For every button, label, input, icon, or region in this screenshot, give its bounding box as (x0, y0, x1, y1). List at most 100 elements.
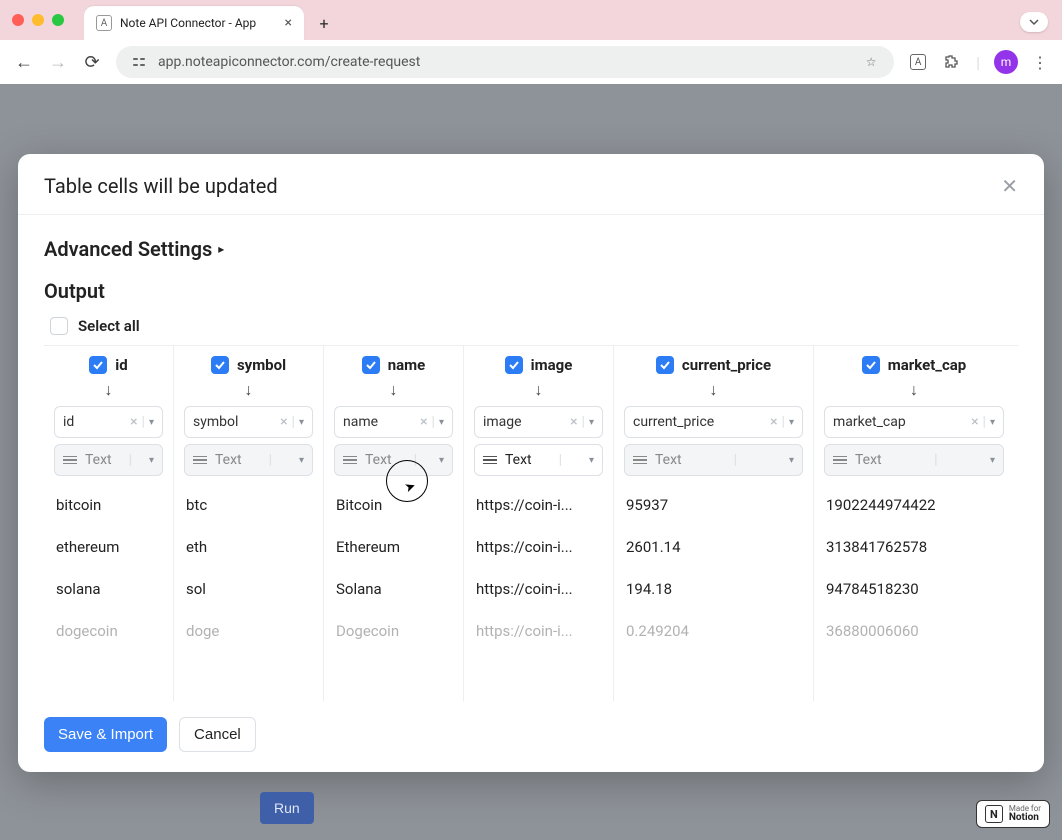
extension-icon[interactable]: A (908, 52, 928, 72)
forward-button[interactable]: → (48, 52, 68, 73)
run-button-wrap: Run (260, 792, 314, 824)
columns-table: id ↓ id ×|▾ Text |▾ bitcoin ethereum so (44, 345, 1018, 701)
column-checkbox[interactable] (362, 356, 380, 374)
text-type-icon (63, 454, 77, 467)
extensions-menu-icon[interactable] (942, 52, 962, 72)
field-mapping-value: symbol (193, 414, 238, 430)
run-button[interactable]: Run (260, 792, 314, 824)
caret-right-icon: ▸ (218, 242, 224, 256)
column-key-label: current_price (682, 356, 771, 374)
field-mapping-select[interactable]: market_cap ×|▾ (824, 406, 1004, 438)
bookmark-icon[interactable]: ☆ (862, 53, 880, 71)
clear-icon[interactable]: × (280, 414, 287, 430)
table-cell: doge (174, 610, 323, 652)
table-cell: https://coin-i... (464, 484, 613, 526)
field-mapping-select[interactable]: symbol ×|▾ (184, 406, 313, 438)
text-type-icon (633, 454, 647, 467)
type-select[interactable]: Text |▾ (54, 444, 163, 476)
chevron-down-icon[interactable]: ▾ (589, 455, 594, 466)
table-cell: https://coin-i... (464, 610, 613, 652)
clear-icon[interactable]: × (570, 414, 577, 430)
table-cell: solana (44, 568, 173, 610)
table-cell: Ethereum (324, 526, 463, 568)
column-header[interactable]: current_price (656, 356, 771, 374)
type-select[interactable]: Text |▾ (334, 444, 453, 476)
table-cell: Bitcoin (324, 484, 463, 526)
table-cell: 94784518230 (814, 568, 1014, 610)
field-mapping-value: id (63, 414, 74, 430)
url-text: app.noteapiconnector.com/create-request (158, 54, 420, 70)
close-icon[interactable]: ✕ (1001, 174, 1018, 198)
field-mapping-select[interactable]: current_price ×|▾ (624, 406, 803, 438)
column-symbol: symbol ↓ symbol ×|▾ Text |▾ btc eth sol (174, 346, 324, 701)
chevron-down-icon[interactable]: ▾ (439, 455, 444, 466)
chevron-down-icon[interactable]: ▾ (299, 455, 304, 466)
chevron-down-icon[interactable]: ▾ (149, 417, 154, 428)
table-cell: https://coin-i... (464, 568, 613, 610)
table-cell: ethereum (44, 526, 173, 568)
chevron-down-icon[interactable]: ▾ (589, 417, 594, 428)
window-minimize[interactable] (32, 14, 44, 26)
browser-menu-icon[interactable]: ⋮ (1032, 53, 1048, 72)
column-checkbox[interactable] (89, 356, 107, 374)
clear-icon[interactable]: × (420, 414, 427, 430)
window-close[interactable] (12, 14, 24, 26)
field-mapping-value: market_cap (833, 414, 906, 430)
tab-overflow-button[interactable] (1020, 12, 1048, 32)
column-checkbox[interactable] (656, 356, 674, 374)
column-header[interactable]: image (505, 356, 573, 374)
reload-button[interactable]: ⟳ (82, 52, 102, 73)
type-select[interactable]: Text |▾ (624, 444, 803, 476)
column-name: name ↓ name ×|▾ Text |▾ Bitcoin Ethereum (324, 346, 464, 701)
browser-tab-strip: A Note API Connector - App × + (0, 0, 1062, 40)
type-select[interactable]: Text |▾ (474, 444, 603, 476)
clear-icon[interactable]: × (971, 414, 978, 430)
type-select[interactable]: Text |▾ (824, 444, 1004, 476)
table-cell: sol (174, 568, 323, 610)
chevron-down-icon[interactable]: ▾ (990, 417, 995, 428)
column-market-cap: market_cap ↓ market_cap ×|▾ Text |▾ 1902… (814, 346, 1014, 701)
table-cell: 0.249204 (614, 610, 813, 652)
select-all-checkbox[interactable] (50, 317, 68, 335)
chevron-down-icon[interactable]: ▾ (299, 417, 304, 428)
type-select[interactable]: Text |▾ (184, 444, 313, 476)
column-checkbox[interactable] (862, 356, 880, 374)
field-mapping-select[interactable]: id ×|▾ (54, 406, 163, 438)
arrow-down-icon: ↓ (535, 380, 543, 400)
browser-tab[interactable]: A Note API Connector - App × (84, 6, 304, 40)
advanced-settings-label: Advanced Settings (44, 237, 212, 261)
new-tab-button[interactable]: + (310, 14, 338, 33)
back-button[interactable]: ← (14, 52, 34, 73)
cancel-button[interactable]: Cancel (179, 717, 256, 752)
profile-avatar[interactable]: m (994, 50, 1018, 74)
column-checkbox[interactable] (211, 356, 229, 374)
field-mapping-select[interactable]: name ×|▾ (334, 406, 453, 438)
advanced-settings-toggle[interactable]: Advanced Settings ▸ (44, 237, 1018, 261)
address-bar[interactable]: app.noteapiconnector.com/create-request … (116, 46, 894, 78)
clear-icon[interactable]: × (130, 414, 137, 430)
tab-title: Note API Connector - App (120, 16, 277, 30)
site-settings-icon[interactable] (130, 53, 148, 71)
table-cell: 2601.14 (614, 526, 813, 568)
tab-close-icon[interactable]: × (285, 15, 292, 31)
column-header[interactable]: market_cap (862, 356, 967, 374)
column-header[interactable]: id (89, 356, 127, 374)
column-checkbox[interactable] (505, 356, 523, 374)
column-header[interactable]: symbol (211, 356, 286, 374)
column-key-label: id (115, 356, 127, 374)
field-mapping-select[interactable]: image ×|▾ (474, 406, 603, 438)
window-maximize[interactable] (52, 14, 64, 26)
chevron-down-icon[interactable]: ▾ (789, 455, 794, 466)
column-header[interactable]: name (362, 356, 426, 374)
field-mapping-value: current_price (633, 414, 714, 430)
select-all-row[interactable]: Select all (50, 317, 1018, 335)
save-import-button[interactable]: Save & Import (44, 717, 167, 752)
chevron-down-icon[interactable]: ▾ (149, 455, 154, 466)
chevron-down-icon[interactable]: ▾ (439, 417, 444, 428)
text-type-icon (483, 454, 497, 467)
notion-badge[interactable]: N Made for Notion (976, 800, 1050, 828)
chevron-down-icon[interactable]: ▾ (789, 417, 794, 428)
chevron-down-icon[interactable]: ▾ (990, 455, 995, 466)
output-heading: Output (44, 279, 1018, 303)
clear-icon[interactable]: × (770, 414, 777, 430)
